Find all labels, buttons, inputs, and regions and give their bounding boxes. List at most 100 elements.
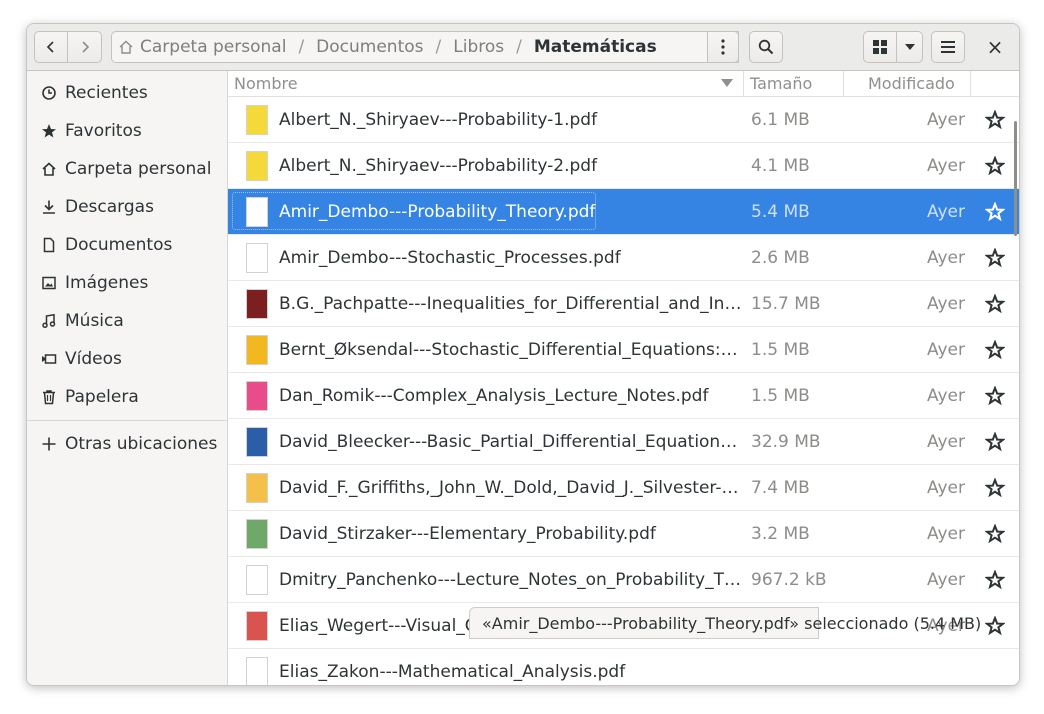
file-row[interactable]: Bernt_Øksendal---Stochastic_Differential… [228,327,1019,373]
star-icon[interactable] [984,569,1006,590]
vertical-dots-icon [721,39,725,55]
file-row[interactable]: David_F._Griffiths,_John_W._Dold,_David_… [228,465,1019,511]
file-name: Albert_N._Shiryaev---Probability-1.pdf [279,110,598,130]
pdf-thumbnail-icon [246,197,268,227]
star-icon[interactable] [984,523,1006,544]
pdf-thumbnail-icon [246,657,268,685]
sidebar-item-label: Vídeos [65,349,122,369]
star-icon[interactable] [984,201,1006,222]
file-row[interactable]: Dmitry_Panchenko---Lecture_Notes_on_Prob… [228,557,1019,603]
star-icon[interactable] [984,431,1006,452]
sidebar-item-label: Otras ubicaciones [65,434,218,454]
grid-view-button[interactable] [863,31,897,63]
file-modified: Ayer [927,524,965,544]
nav-button-group [34,31,102,63]
column-size-header[interactable]: Tamaño [750,71,840,96]
file-row[interactable]: Albert_N._Shiryaev---Probability-2.pdf 4.… [228,143,1019,189]
star-icon[interactable] [984,339,1006,360]
file-modified: Ayer [927,202,965,222]
file-name: Amir_Dembo---Probability_Theory.pdf [279,202,596,222]
path-segment-home[interactable]: Carpeta personal [140,37,286,57]
sidebar-item-musica[interactable]: Música [27,302,227,340]
star-icon[interactable] [984,615,1006,636]
file-row[interactable]: David_Bleecker---Basic_Partial_Different… [228,419,1019,465]
star-icon[interactable] [984,109,1006,130]
pdf-thumbnail-icon [246,565,268,595]
chevron-down-icon [904,44,915,50]
home-icon [40,160,58,178]
file-row[interactable]: David_Stirzaker---Elementary_Probability… [228,511,1019,557]
column-name-header[interactable]: Nombre [234,71,734,96]
path-separator: / [435,37,442,57]
column-header: Nombre Tamaño Modificado [228,71,1019,97]
close-button[interactable]: × [979,31,1011,63]
file-row[interactable]: Albert_N._Shiryaev---Probability-1.pdf 6.… [228,97,1019,143]
star-icon[interactable] [984,477,1006,498]
sidebar-divider [27,420,227,421]
file-name: B.G._Pachpatte---Inequalities_for_Differ… [279,294,742,314]
file-name: Albert_N._Shiryaev---Probability-2.pdf [279,156,598,176]
file-size: 1.5 MB [751,386,810,406]
sidebar-item-label: Documentos [65,235,173,255]
image-icon [40,274,58,292]
column-modified-header[interactable]: Modificado [868,71,968,96]
star-icon[interactable] [984,247,1006,268]
scrollbar[interactable] [1014,121,1017,236]
pdf-thumbnail-icon [246,335,268,365]
chevron-right-icon [81,41,89,53]
file-row[interactable]: Amir_Dembo---Stochastic_Processes.pdf 2.6… [228,235,1019,281]
back-button[interactable] [34,31,68,63]
file-modified: Ayer [927,432,965,452]
path-menu-button[interactable] [707,31,739,63]
sidebar-item-videos[interactable]: Vídeos [27,340,227,378]
sidebar-item-documentos[interactable]: Documentos [27,226,227,264]
file-row[interactable]: Dan_Romik---Complex_Analysis_Lecture_Not… [228,373,1019,419]
sidebar-item-papelera[interactable]: Papelera [27,378,227,416]
main-menu-button[interactable] [931,31,965,63]
file-modified: Ayer [927,478,965,498]
path-segment-documentos[interactable]: Documentos [316,37,423,57]
sidebar-item-recientes[interactable]: Recientes [27,74,227,112]
file-name: Dan_Romik---Complex_Analysis_Lecture_Not… [279,386,709,406]
pdf-thumbnail-icon [246,519,268,549]
music-icon [40,312,58,330]
sidebar-item-label: Descargas [65,197,154,217]
star-icon[interactable] [984,155,1006,176]
pdf-thumbnail-icon [246,381,268,411]
view-options-dropdown[interactable] [897,31,923,63]
sidebar-item-otras-ubicaciones[interactable]: Otras ubicaciones [27,425,227,463]
path-separator: / [516,37,522,57]
sidebar-item-carpeta-personal[interactable]: Carpeta personal [27,150,227,188]
file-row[interactable]: B.G._Pachpatte---Inequalities_for_Differ… [228,281,1019,327]
sidebar-item-label: Carpeta personal [65,159,212,179]
file-modified: Ayer [927,340,965,360]
sidebar-item-descargas[interactable]: Descargas [27,188,227,226]
sidebar-item-label: Favoritos [65,121,142,141]
path-segment-libros[interactable]: Libros [453,37,504,57]
star-icon[interactable] [984,293,1006,314]
path-separator: / [298,37,305,57]
star-icon[interactable] [984,385,1006,406]
document-icon [40,236,58,254]
clock-icon [40,84,58,102]
file-row[interactable]: Elias_Zakon---Mathematical_Analysis.pdf [228,649,1019,685]
file-name: David_Stirzaker---Elementary_Probability… [279,524,656,544]
path-segment-current[interactable]: Matemáticas [534,37,657,57]
file-list: Nombre Tamaño Modificado Albert_N._Shiry… [228,71,1019,685]
search-icon [758,39,774,55]
file-modified: Ayer [927,386,965,406]
sidebar-item-imagenes[interactable]: Imágenes [27,264,227,302]
sidebar-item-favoritos[interactable]: Favoritos [27,112,227,150]
pdf-thumbnail-icon [246,243,268,273]
file-row[interactable]: Amir_Dembo---Probability_Theory.pdf 5.4 M… [228,189,1019,235]
file-name: David_Bleecker---Basic_Partial_Different… [279,432,742,452]
forward-button[interactable] [68,31,102,63]
home-icon [119,40,133,54]
search-button[interactable] [749,31,783,63]
status-bar: «Amir_Dembo---Probability_Theory.pdf» se… [469,607,981,639]
file-name: David_F._Griffiths,_John_W._Dold,_David_… [279,478,742,498]
sidebar: Recientes Favoritos Carpeta personal Des… [27,71,228,685]
file-name: Amir_Dembo---Stochastic_Processes.pdf [279,248,621,268]
pdf-thumbnail-icon [246,611,268,641]
file-modified: Ayer [927,294,965,314]
